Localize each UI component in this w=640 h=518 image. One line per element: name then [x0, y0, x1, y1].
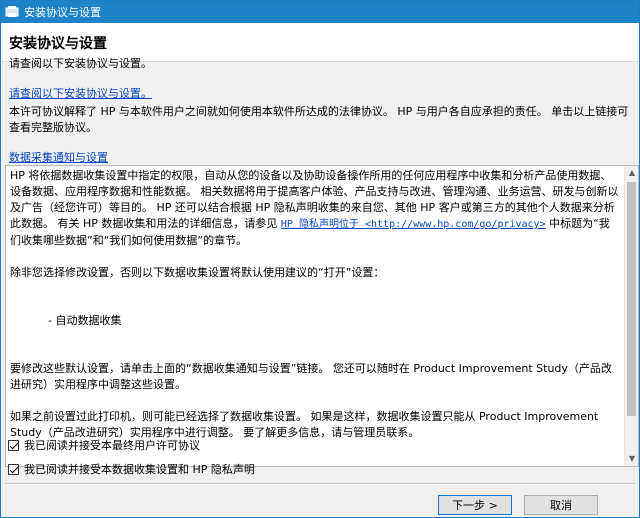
license-description: 本许可协议解释了 HP 与本软件用户之间就如何使用本软件所达成的法律协议。 HP… — [9, 105, 629, 134]
data-collection-textbox[interactable]: HP 将依据数据收集设置中指定的权限，自动从您的设备以及协助设备操作所用的任何应… — [5, 165, 639, 467]
eula-checkbox-row[interactable]: 我已阅读并接受本最终用户许可协议 — [8, 437, 255, 453]
privacy-checkbox-row[interactable]: 我已阅读并接受本数据收集设置和 HP 隐私声明 — [8, 461, 255, 477]
scroll-thumb[interactable] — [627, 182, 636, 416]
cancel-button[interactable]: 取消 — [524, 495, 598, 515]
title-bar: 安装协议与设置 — [1, 1, 639, 23]
eula-checkbox-label[interactable]: 我已阅读并接受本最终用户许可协议 — [24, 437, 200, 453]
scroll-up-icon[interactable]: ▲ — [625, 166, 638, 180]
license-agreement-link[interactable]: 请查阅以下安装协议与设置。 — [9, 85, 152, 101]
vertical-scrollbar[interactable]: ▲ ▼ — [624, 166, 638, 466]
default-settings-paragraph: 除非您选择修改设置，否则以下数据收集设置将默认使用建议的“打开”设置： — [10, 266, 385, 279]
auto-collection-item: - 自动数据收集 — [48, 314, 122, 327]
window-title: 安装协议与设置 — [24, 6, 101, 19]
installer-window: 安装协议与设置 安装协议与设置 请查阅以下安装协议与设置。 请查阅以下安装协议与… — [0, 0, 640, 518]
agreement-checkboxes: 我已阅读并接受本最终用户许可协议 我已阅读并接受本数据收集设置和 HP 隐私声明 — [8, 437, 255, 485]
page-header: 安装协议与设置 请查阅以下安装协议与设置。 — [1, 23, 639, 70]
privacy-checkbox-label[interactable]: 我已阅读并接受本数据收集设置和 HP 隐私声明 — [24, 461, 255, 477]
data-collection-link[interactable]: 数据采集通知与设置 — [9, 149, 108, 165]
page-title: 安装协议与设置 — [9, 36, 107, 52]
privacy-statement-link[interactable]: HP 隐私声明位于 <http://www.hp.com/go/privacy> — [281, 219, 546, 230]
eula-checkbox[interactable] — [8, 439, 19, 451]
next-button[interactable]: 下一步 > — [438, 495, 512, 515]
modify-settings-paragraph: 要修改这些默认设置，请单击上面的“数据收集通知与设置”链接。 您还可以随时在 P… — [10, 362, 612, 391]
main-content: 请查阅以下安装协议与设置。 本许可协议解释了 HP 与本软件用户之间就如何使用本… — [1, 63, 639, 517]
installer-app-icon — [5, 5, 19, 19]
data-collection-paragraph: HP 将依据数据收集设置中指定的权限，自动从您的设备以及协助设备操作所用的任何应… — [10, 168, 620, 249]
scroll-down-icon[interactable]: ▼ — [625, 452, 638, 466]
privacy-checkbox[interactable] — [8, 463, 19, 475]
footer-divider — [5, 483, 635, 485]
